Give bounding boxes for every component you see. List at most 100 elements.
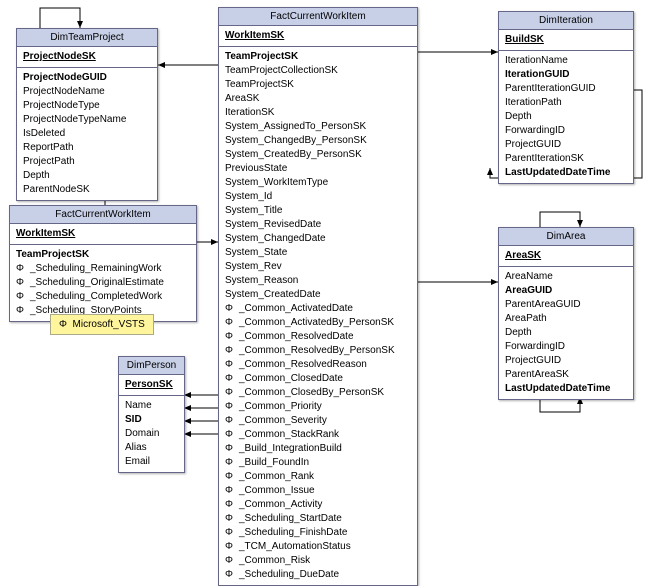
field-name: _Scheduling_CompletedWork — [30, 290, 162, 304]
field-name: System_Rev — [225, 260, 282, 274]
table-fact-current-work-item[interactable]: FactCurrentWorkItem WorkItemSK TeamProje… — [218, 7, 418, 586]
field-name: ProjectNodeName — [23, 85, 105, 99]
field-name: ParentIterationSK — [505, 152, 584, 166]
field-name: _Scheduling_DueDate — [239, 568, 339, 582]
field-name: Depth — [505, 110, 532, 124]
field-name: _Common_StackRank — [239, 428, 339, 442]
field-row: ProjectPath — [23, 155, 151, 169]
phi-icon: Φ — [16, 262, 30, 276]
primary-key: PersonSK — [125, 378, 178, 392]
field-name: _Scheduling_FinishDate — [239, 526, 347, 540]
field-row: Φ_Common_Risk — [225, 554, 411, 568]
field-name: TeamProjectSK — [225, 78, 294, 92]
field-name: IsDeleted — [23, 127, 65, 141]
field-name: AreaSK — [225, 92, 259, 106]
phi-icon: Φ — [225, 568, 239, 582]
field-name: Email — [125, 455, 150, 469]
field-name: System_CreatedDate — [225, 288, 321, 302]
table-dim-team-project[interactable]: DimTeamProject ProjectNodeSK ProjectNode… — [16, 28, 158, 201]
field-name: _Scheduling_StartDate — [239, 512, 342, 526]
field-row: Depth — [23, 169, 151, 183]
field-list: NameSIDDomainAliasEmail — [119, 396, 184, 472]
field-row: PreviousState — [225, 162, 411, 176]
field-row: ForwardingID — [505, 340, 627, 354]
field-name: System_RevisedDate — [225, 218, 321, 232]
field-name: _TCM_AutomationStatus — [239, 540, 351, 554]
field-row: ParentNodeSK — [23, 183, 151, 197]
field-name: LastUpdatedDateTime — [505, 166, 610, 180]
field-row: IsDeleted — [23, 127, 151, 141]
table-title: DimTeamProject — [17, 29, 157, 47]
primary-key: WorkItemSK — [225, 29, 411, 43]
legend-phi: Φ Microsoft_VSTS — [50, 314, 154, 335]
field-row: ForwardingID — [505, 124, 627, 138]
field-name: TeamProjectCollectionSK — [225, 64, 338, 78]
field-row: AreaGUID — [505, 284, 627, 298]
field-row: LastUpdatedDateTime — [505, 382, 627, 396]
field-name: AreaGUID — [505, 284, 552, 298]
field-name: SID — [125, 413, 142, 427]
field-name: Alias — [125, 441, 147, 455]
phi-icon: Φ — [16, 276, 30, 290]
field-name: ProjectPath — [23, 155, 75, 169]
phi-icon: Φ — [225, 470, 239, 484]
field-list: TeamProjectSKTeamProjectCollectionSKTeam… — [219, 47, 417, 585]
phi-icon: Φ — [225, 330, 239, 344]
field-name: _Scheduling_RemainingWork — [30, 262, 162, 276]
field-row: ParentAreaSK — [505, 368, 627, 382]
field-row: Φ_Scheduling_FinishDate — [225, 526, 411, 540]
field-name: System_AssignedTo_PersonSK — [225, 120, 366, 134]
field-row: Φ_Common_Priority — [225, 400, 411, 414]
field-name: ParentNodeSK — [23, 183, 90, 197]
field-row: ParentAreaGUID — [505, 298, 627, 312]
field-row: ProjectGUID — [505, 138, 627, 152]
field-name: AreaPath — [505, 312, 547, 326]
field-name: TeamProjectSK — [225, 50, 298, 64]
field-row: Φ_Common_ActivatedBy_PersonSK — [225, 316, 411, 330]
field-row: ProjectNodeName — [23, 85, 151, 99]
field-name: ParentAreaSK — [505, 368, 569, 382]
primary-key: AreaSK — [505, 249, 627, 263]
table-dim-person[interactable]: DimPerson PersonSK NameSIDDomainAliasEma… — [118, 356, 185, 473]
field-name: System_Id — [225, 190, 272, 204]
phi-icon: Φ — [59, 319, 67, 330]
field-row: Φ_Common_ResolvedReason — [225, 358, 411, 372]
field-row: Domain — [125, 427, 178, 441]
field-row: Φ_Build_IntegrationBuild — [225, 442, 411, 456]
field-row: Φ_Common_Issue — [225, 484, 411, 498]
field-row: AreaName — [505, 270, 627, 284]
table-title: FactCurrentWorkItem — [10, 206, 196, 224]
phi-icon: Φ — [225, 442, 239, 456]
field-name: _Common_ActivatedDate — [239, 302, 353, 316]
field-name: _Common_Priority — [239, 400, 322, 414]
phi-icon: Φ — [225, 372, 239, 386]
field-name: IterationSK — [225, 106, 274, 120]
field-name: _Common_ActivatedBy_PersonSK — [239, 316, 394, 330]
table-dim-area[interactable]: DimArea AreaSK AreaNameAreaGUIDParentAre… — [498, 227, 634, 400]
field-name: _Common_Issue — [239, 484, 315, 498]
field-name: _Common_ResolvedBy_PersonSK — [239, 344, 395, 358]
field-row: System_Title — [225, 204, 411, 218]
field-name: System_State — [225, 246, 287, 260]
field-name: ProjectNodeTypeName — [23, 113, 126, 127]
field-name: AreaName — [505, 270, 553, 284]
table-title: DimIteration — [499, 12, 633, 30]
field-name: ProjectGUID — [505, 138, 561, 152]
field-name: ProjectNodeType — [23, 99, 100, 113]
field-name: ProjectGUID — [505, 354, 561, 368]
phi-icon: Φ — [225, 428, 239, 442]
table-title: DimPerson — [119, 357, 184, 375]
field-name: System_Title — [225, 204, 282, 218]
field-name: _Build_IntegrationBuild — [239, 442, 342, 456]
field-row: Email — [125, 455, 178, 469]
field-name: _Common_ResolvedReason — [239, 358, 367, 372]
primary-key: WorkItemSK — [16, 227, 190, 241]
phi-icon: Φ — [225, 414, 239, 428]
field-name: ReportPath — [23, 141, 74, 155]
field-name: Depth — [505, 326, 532, 340]
table-fact-current-work-item-summary[interactable]: FactCurrentWorkItem WorkItemSK TeamProje… — [9, 205, 197, 322]
field-name: System_CreatedBy_PersonSK — [225, 148, 362, 162]
table-dim-iteration[interactable]: DimIteration BuildSK IterationNameIterat… — [498, 11, 634, 184]
field-name: Domain — [125, 427, 159, 441]
field-row: System_WorkItemType — [225, 176, 411, 190]
